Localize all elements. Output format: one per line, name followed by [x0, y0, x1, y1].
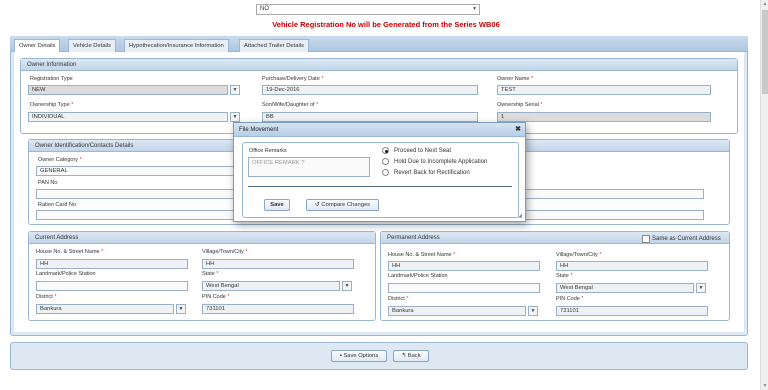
pan-no-label: PAN No [38, 180, 58, 186]
current-state-label: State * [202, 271, 219, 277]
tab-owner-details[interactable]: Owner Details [14, 39, 61, 53]
perm-house-field[interactable]: HH [388, 261, 540, 271]
perm-village-field[interactable]: HH [556, 261, 708, 271]
perm-pin-label: PIN Code * [556, 296, 584, 302]
section-title: Owner Information [21, 59, 737, 71]
son-wife-daughter-label: Son/Wife/Daughter of * [262, 102, 319, 108]
current-landmark-label: Landmark/Police Station [36, 271, 96, 277]
current-district-label: District * [36, 294, 57, 300]
tab-hypothecation[interactable]: Hypothecation/Insurance Information [124, 39, 229, 52]
perm-state-label: State * [556, 273, 573, 279]
ration-card-field[interactable] [36, 210, 236, 220]
refresh-icon: ↺ [314, 202, 320, 208]
current-house-field[interactable]: HH [36, 259, 188, 269]
purchase-date-field[interactable]: 19-Dec-2016 [262, 85, 478, 95]
chevron-down-icon[interactable]: ▼ [342, 281, 352, 291]
radio-hold[interactable] [382, 158, 389, 165]
file-movement-dialog: File Movement ✖ Office Remarks OFFICE RE… [233, 122, 526, 222]
back-button[interactable]: ↰ Back [393, 350, 429, 362]
same-as-current-checkbox[interactable] [642, 235, 650, 243]
chevron-down-icon[interactable]: ▼ [176, 304, 186, 314]
current-house-label: House No. & Street Name * [36, 249, 104, 255]
scroll-up-icon[interactable]: ▲ [762, 1, 768, 7]
owner-name-field[interactable]: TEST [497, 85, 711, 95]
series-select[interactable]: NO ▼ [256, 4, 480, 15]
perm-landmark-field[interactable] [388, 283, 540, 293]
radio-revert-label: Revert Back for Rectification [394, 170, 470, 176]
series-select-value: NO [260, 6, 269, 12]
save-button[interactable]: Save [264, 199, 290, 211]
tab-trailer-details[interactable]: Attached Trailer Details [239, 39, 309, 52]
contact-field[interactable] [520, 189, 704, 199]
ration-card-label: Ration Card No [38, 202, 76, 208]
chevron-down-icon[interactable]: ▼ [696, 283, 706, 293]
scroll-thumb[interactable] [762, 10, 768, 94]
ownership-type-select[interactable]: INDIVIDUAL [28, 112, 228, 122]
perm-state-select[interactable]: West Bengal [556, 283, 694, 293]
chevron-down-icon: ▼ [472, 6, 477, 12]
close-icon[interactable]: ✖ [515, 125, 521, 133]
registration-type-select[interactable]: NEW [28, 85, 228, 95]
series-notice: Vehicle Registration No will be Generate… [272, 20, 500, 29]
current-pin-label: PIN Code * [202, 294, 230, 300]
chevron-down-icon[interactable]: ▼ [230, 112, 240, 122]
perm-village-label: Village/Town/City * [556, 252, 602, 258]
owner-name-label: Owner Name * [497, 76, 534, 82]
perm-house-label: House No. & Street Name * [388, 252, 456, 258]
ownership-type-label: Ownership Type * [30, 102, 74, 108]
perm-district-select[interactable]: Bankura [388, 306, 526, 316]
current-district-select[interactable]: Bankura [36, 304, 174, 314]
perm-pin-field[interactable]: 731101 [556, 306, 708, 316]
scroll-down-icon[interactable]: ▼ [762, 383, 768, 389]
current-village-label: Village/Town/City * [202, 249, 248, 255]
son-wife-daughter-field[interactable]: BB [262, 112, 478, 122]
save-options-button[interactable]: ▪ Save Options [331, 350, 387, 362]
resize-handle-icon[interactable]: ◢ [518, 213, 522, 219]
ownership-serial-label: Ownership Serial * [497, 102, 543, 108]
current-village-field[interactable]: HH [202, 259, 354, 269]
back-arrow-icon: ↰ [401, 353, 407, 359]
perm-landmark-label: Landmark/Police Station [388, 273, 448, 279]
purchase-date-label: Purchase/Delivery Date * [262, 76, 324, 82]
contact-field-2[interactable] [520, 210, 704, 220]
owner-category-label: Owner Category * [38, 157, 82, 163]
compare-changes-button[interactable]: ↺ Compare Changes [306, 199, 379, 211]
save-icon: ▪ [339, 353, 342, 359]
current-pin-field[interactable]: 731101 [202, 304, 354, 314]
perm-district-label: District * [388, 296, 409, 302]
tab-vehicle-details[interactable]: Vehicle Details [68, 39, 117, 52]
ownership-serial-field: 1 [497, 112, 711, 122]
chevron-down-icon[interactable]: ▼ [230, 85, 240, 95]
same-as-current-label: Same as Current Address [652, 236, 721, 242]
pan-no-field[interactable] [36, 189, 236, 199]
dialog-title: File Movement [234, 123, 525, 137]
tab-strip [10, 36, 748, 52]
office-remarks-label: Office Remarks [249, 148, 287, 154]
office-remarks-textarea[interactable]: OFFICE REMARK ? [248, 157, 370, 177]
section-title: Current Address [29, 232, 375, 244]
divider [248, 186, 512, 187]
radio-proceed[interactable] [382, 147, 389, 154]
registration-type-label: Registration Type [30, 76, 73, 82]
owner-category-select[interactable]: GENERAL [36, 166, 236, 176]
radio-hold-label: Hold Due to Incomplete Application [394, 159, 488, 165]
chevron-down-icon[interactable]: ▼ [528, 306, 538, 316]
current-state-select[interactable]: West Bengal [202, 281, 340, 291]
page-scrollbar[interactable]: ▲ ▼ [760, 0, 768, 390]
radio-revert[interactable] [382, 169, 389, 176]
radio-proceed-label: Proceed to Next Seat [394, 148, 452, 154]
current-landmark-field[interactable] [36, 281, 188, 291]
